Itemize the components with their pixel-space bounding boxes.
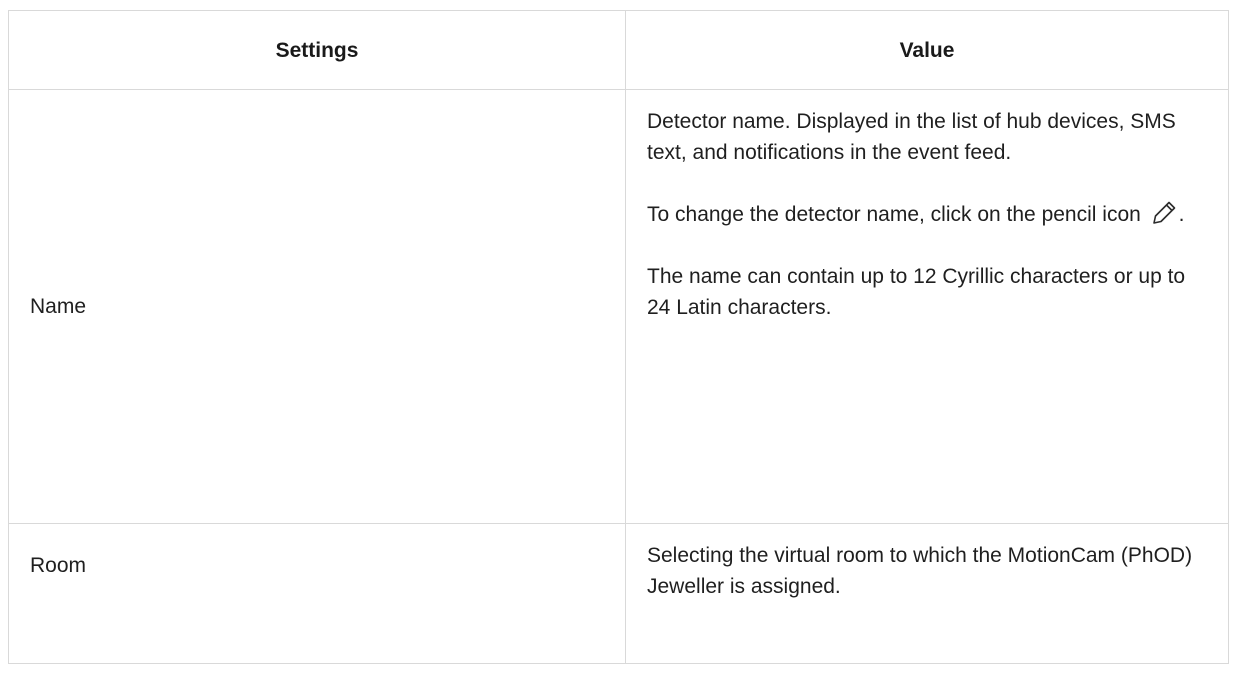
header-value: Value bbox=[625, 10, 1229, 90]
value-cell: Selecting the virtual room to which the … bbox=[625, 523, 1229, 664]
pencil-suffix: . bbox=[1178, 203, 1185, 226]
table-row: Room Selecting the virtual room to which… bbox=[8, 523, 1229, 664]
table-header-row: Settings Value bbox=[8, 10, 1229, 90]
settings-table: Settings Value Name Detector name. Displ… bbox=[8, 10, 1229, 664]
value-cell: Detector name. Displayed in the list of … bbox=[625, 89, 1229, 524]
header-settings: Settings bbox=[8, 10, 626, 90]
name-change-text: To change the detector name, click on th… bbox=[647, 203, 1141, 226]
table-row: Name Detector name. Displayed in the lis… bbox=[8, 89, 1229, 524]
room-description: Selecting the virtual room to which the … bbox=[647, 544, 1193, 598]
name-change-instruction: To change the detector name, click on th… bbox=[647, 199, 1198, 230]
pencil-icon bbox=[1149, 199, 1179, 225]
setting-room-cell: Room bbox=[8, 523, 626, 664]
name-limit-note: The name can contain up to 12 Cyrillic c… bbox=[647, 265, 1186, 319]
name-description: Detector name. Displayed in the list of … bbox=[647, 110, 1176, 164]
setting-name-cell: Name bbox=[8, 89, 626, 524]
